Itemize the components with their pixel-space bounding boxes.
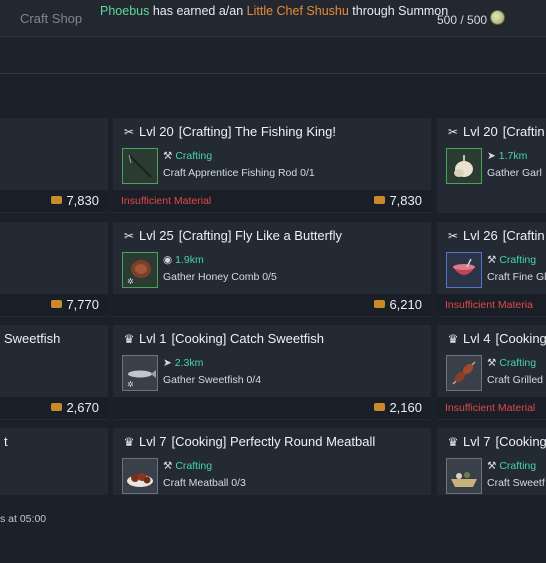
direction-arrow-icon: ➤ — [487, 150, 496, 162]
insufficient-material-warning: Insufficient Material — [445, 402, 536, 414]
compass-icon: ◉ — [163, 254, 173, 266]
quest-card[interactable]: Sweetfish 2,670 — [0, 325, 108, 420]
garlic-thumbnail[interactable] — [446, 148, 482, 184]
glass-bowl-thumbnail[interactable] — [446, 252, 482, 288]
insufficient-material-warning: Insufficient Material — [121, 195, 212, 207]
notice-tail-text: through Summon — [348, 4, 449, 18]
quest-title: ✂ Lvl 26 [Craftin — [447, 228, 545, 243]
reward-price: 7,830 — [51, 193, 99, 208]
quest-title: ♛ Lvl 1 [Cooking] Catch Sweetfish — [123, 331, 324, 346]
insufficient-material-warning: Insufficient Materia — [445, 299, 533, 311]
quest-card[interactable]: t — [0, 428, 108, 495]
quest-status: ⚒ Crafting — [163, 460, 213, 472]
reward-price: 2,670 — [51, 400, 99, 415]
quest-card[interactable]: ♛ Lvl 4 [Cooking ⚒ Crafting Craft Grilled … — [437, 325, 546, 420]
quest-distance: ➤ 1.7km — [487, 150, 528, 162]
fishing-rod-thumbnail[interactable] — [122, 148, 158, 184]
quest-objective: Gather Honey Comb 0/5 — [163, 271, 277, 283]
coin-icon — [374, 300, 386, 308]
card-footer: 6,210 — [113, 294, 431, 316]
tools-icon: ⚒ — [487, 357, 497, 369]
top-bar: Craft Shop Phoebus has earned a/an Littl… — [0, 0, 546, 37]
meatball-thumbnail[interactable] — [122, 458, 158, 494]
quest-objective: Craft Meatball 0/3 — [163, 477, 246, 489]
quest-objective: Gather Garl — [487, 167, 542, 179]
direction-arrow-icon: ➤ — [163, 357, 172, 369]
system-notice: Phoebus has earned a/an Little Chef Shus… — [100, 4, 448, 18]
quest-card[interactable]: ✂ Lvl 26 [Craftin ⚒ Crafting Craft Fine Gl… — [437, 222, 546, 317]
quest-card[interactable]: ✂ Lvl 20 [Crafting] The Fishing King! ⚒ Cr… — [113, 118, 431, 213]
quest-card[interactable]: 7,770 — [0, 222, 108, 317]
crafting-icon: ✂ — [123, 229, 135, 243]
reward-price: 6,210 — [374, 297, 422, 312]
chef-hat-icon: ♛ — [447, 435, 459, 449]
quest-status: ⚒ Crafting — [487, 357, 537, 369]
grilled-skewer-thumbnail[interactable] — [446, 355, 482, 391]
quest-card[interactable]: 7,830 — [0, 118, 108, 213]
quest-status: ⚒ Crafting — [163, 150, 213, 162]
quest-status: ⚒ Crafting — [487, 460, 537, 472]
quest-objective: Gather Sweetfish 0/4 — [163, 374, 262, 386]
shop-title: Craft Shop — [20, 11, 83, 26]
chef-hat-icon: ♛ — [123, 332, 135, 346]
sweet-dish-thumbnail[interactable] — [446, 458, 482, 494]
quest-title: Sweetfish — [4, 331, 61, 346]
notice-middle-text: has earned a/an — [149, 4, 247, 18]
quest-distance: ◉ 1.9km — [163, 254, 204, 266]
chef-hat-icon: ♛ — [447, 332, 459, 346]
quest-title: ✂ Lvl 20 [Craftin — [447, 124, 545, 139]
quest-card[interactable]: ♛ Lvl 1 [Cooking] Catch Sweetfish ✲ ➤ 2.3k… — [113, 325, 431, 420]
quest-objective: Craft Apprentice Fishing Rod 0/1 — [163, 167, 315, 179]
coin-icon — [374, 403, 386, 411]
quest-title: ✂ Lvl 20 [Crafting] The Fishing King! — [123, 124, 336, 139]
quest-title: ♛ Lvl 7 [Cooking] Perfectly Round Meatball — [123, 434, 376, 449]
crafting-icon: ✂ — [447, 125, 459, 139]
quest-card[interactable]: ✂ Lvl 25 [Crafting] Fly Like a Butterfly ✲… — [113, 222, 431, 317]
card-footer: 2,160 — [113, 397, 431, 419]
quest-objective: Craft Sweetf — [487, 477, 545, 489]
quest-title: t — [4, 434, 8, 449]
honey-comb-thumbnail[interactable]: ✲ — [122, 252, 158, 288]
quest-title: ✂ Lvl 25 [Crafting] Fly Like a Butterfly — [123, 228, 342, 243]
tools-icon: ⚒ — [163, 150, 173, 162]
crafting-icon: ✂ — [447, 229, 459, 243]
card-footer: Insufficient Material 7,830 — [113, 190, 431, 212]
crafting-icon: ✂ — [123, 125, 135, 139]
reward-price: 7,770 — [51, 297, 99, 312]
card-footer: 7,830 — [0, 190, 108, 212]
tools-icon: ⚒ — [487, 254, 497, 266]
quest-card[interactable]: ✂ Lvl 20 [Craftin ➤ 1.7km Gather Garl — [437, 118, 546, 213]
currency-counter: 500 / 500 — [437, 13, 488, 27]
chef-hat-icon: ♛ — [123, 435, 135, 449]
svg-text:✲: ✲ — [127, 277, 134, 286]
quest-objective: Craft Grilled — [487, 374, 544, 386]
tools-icon: ⚒ — [487, 460, 497, 472]
quest-card[interactable]: ♛ Lvl 7 [Cooking] Perfectly Round Meatball… — [113, 428, 431, 495]
coin-icon — [51, 403, 63, 411]
tools-icon: ⚒ — [163, 460, 173, 472]
card-footer: Insufficient Material — [437, 397, 546, 419]
quest-objective: Craft Fine Gl — [487, 271, 546, 283]
quest-card[interactable]: ♛ Lvl 7 [Cooking ⚒ Crafting Craft Sweetf — [437, 428, 546, 495]
coin-icon — [374, 196, 386, 204]
svg-text:✲: ✲ — [127, 380, 134, 389]
quest-distance: ➤ 2.3km — [163, 357, 204, 369]
reset-time-text: s at 05:00 — [0, 513, 47, 525]
card-footer: Insufficient Materia — [437, 294, 546, 316]
card-footer: 2,670 — [0, 397, 108, 419]
quest-title: ♛ Lvl 4 [Cooking — [447, 331, 546, 346]
notice-item-name: Little Chef Shushu — [246, 4, 349, 18]
quest-title: ♛ Lvl 7 [Cooking — [447, 434, 546, 449]
coin-icon — [51, 300, 63, 308]
currency-coin-icon — [491, 11, 504, 24]
card-footer: 7,770 — [0, 294, 108, 316]
notice-player-name: Phoebus — [100, 4, 150, 18]
quest-status: ⚒ Crafting — [487, 254, 537, 266]
filter-strip — [0, 37, 546, 73]
sweetfish-thumbnail[interactable]: ✲ — [122, 355, 158, 391]
divider — [0, 73, 546, 74]
reward-price: 7,830 — [374, 193, 422, 208]
reward-price: 2,160 — [374, 400, 422, 415]
coin-icon — [51, 196, 63, 204]
